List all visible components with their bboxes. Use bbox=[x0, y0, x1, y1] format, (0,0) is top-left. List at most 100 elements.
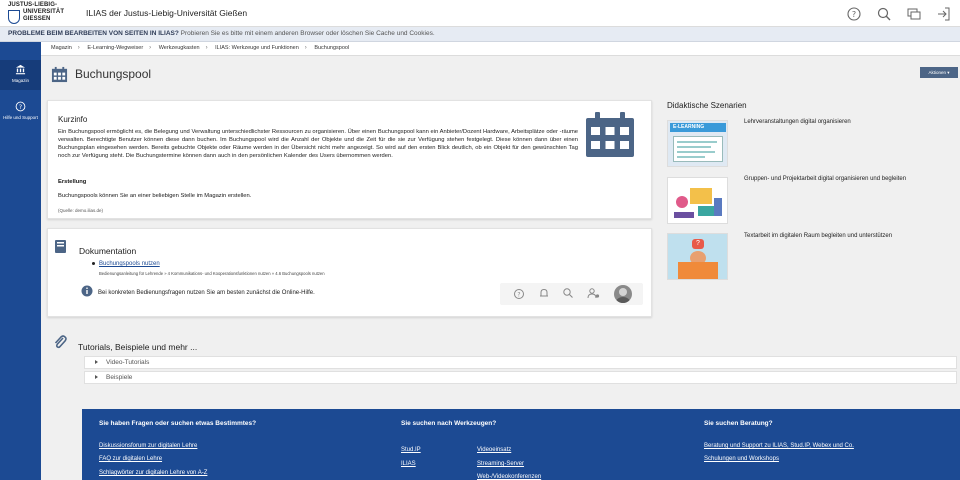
sidebar-item-hilfe[interactable]: ? Hilfe und Support bbox=[0, 98, 41, 128]
accordion-label: Video-Tutorials bbox=[106, 359, 150, 366]
elearning-label: E-LEARNING bbox=[670, 123, 726, 132]
chevron-right-icon: › bbox=[149, 45, 152, 51]
svg-text:?: ? bbox=[852, 10, 856, 19]
group-work-illustration[interactable] bbox=[667, 177, 728, 224]
chevron-right-icon: › bbox=[77, 45, 80, 51]
avatar-body bbox=[616, 297, 630, 303]
footer: Sie haben Fragen oder suchen etwas Besti… bbox=[82, 409, 960, 480]
svg-text:?: ? bbox=[19, 103, 22, 111]
footer-link[interactable]: FAQ zur digitalen Lehre bbox=[99, 456, 162, 462]
avatar-head bbox=[619, 288, 627, 296]
elearning-illustration[interactable]: E-LEARNING bbox=[667, 120, 728, 167]
actions-dropdown-button[interactable]: Aktionen ▾ bbox=[920, 67, 958, 78]
page-title: Buchungspool bbox=[75, 67, 152, 81]
bank-icon bbox=[15, 64, 26, 75]
chart-board-shape bbox=[690, 188, 712, 204]
alert-banner: PROBLEME BEIM BEARBEITEN VON SEITEN IN I… bbox=[0, 27, 960, 42]
footer-link[interactable]: ILIAS bbox=[401, 461, 416, 467]
accordion-video-tutorials[interactable]: Video-Tutorials bbox=[84, 356, 957, 369]
bell-icon[interactable] bbox=[538, 287, 550, 299]
buchungspools-nutzen-link[interactable]: Buchungspools nutzen bbox=[99, 261, 160, 267]
text-line-shape bbox=[677, 151, 715, 153]
text-line-shape bbox=[677, 156, 705, 158]
dokumentation-card: Dokumentation Buchungspools nutzen Bedie… bbox=[47, 228, 652, 317]
alert-text: Probieren Sie es bitte mit einem anderen… bbox=[180, 30, 435, 37]
breadcrumb-item[interactable]: Werkzeugkasten bbox=[159, 45, 200, 51]
sidebar-item-label: Magazin bbox=[11, 78, 29, 83]
text-line-shape bbox=[677, 141, 717, 143]
triangle-right-icon bbox=[95, 375, 98, 380]
didaktik-item-text[interactable]: Textarbeit im digitalen Raum begleiten u… bbox=[744, 233, 892, 239]
actions-label: Aktionen bbox=[928, 70, 946, 75]
help-toolbar: ? bbox=[500, 283, 643, 305]
triangle-right-icon bbox=[95, 360, 98, 365]
footer-link[interactable]: Beratung und Support zu ILIAS, Stud.IP, … bbox=[704, 443, 854, 449]
calendar-icon bbox=[51, 66, 68, 83]
help-circle-icon[interactable]: ? bbox=[846, 6, 862, 22]
seal-icon bbox=[8, 10, 20, 24]
book-icon bbox=[55, 240, 66, 253]
notifications-icon[interactable] bbox=[906, 6, 922, 22]
breadcrumb-item[interactable]: E-Learning-Wegweiser bbox=[87, 45, 143, 51]
accordion-beispiele[interactable]: Beispiele bbox=[84, 371, 957, 384]
svg-text:?: ? bbox=[517, 291, 520, 298]
question-bubble-icon: ? bbox=[692, 239, 704, 249]
textarbeit-illustration[interactable]: ? bbox=[667, 233, 728, 280]
main-sidebar: Magazin ? Hilfe und Support bbox=[0, 42, 41, 480]
screen-shape bbox=[673, 136, 723, 162]
users-icon[interactable] bbox=[587, 287, 600, 299]
main-content: Buchungspool Aktionen ▾ Kurzinfo Ein Buc… bbox=[41, 56, 960, 480]
footer-col1-heading: Sie haben Fragen oder suchen etwas Besti… bbox=[99, 420, 257, 427]
breadcrumb-item[interactable]: ILIAS: Werkzeuge und Funktionen bbox=[215, 45, 299, 51]
logo-text-line3: GIESSEN bbox=[23, 16, 51, 22]
chevron-right-icon: › bbox=[304, 45, 307, 51]
footer-link[interactable]: Streaming-Server bbox=[477, 461, 524, 467]
books-shape bbox=[674, 212, 694, 218]
footer-link[interactable]: Web-/Videokonferenzen bbox=[477, 474, 541, 480]
university-logo[interactable]: JUSTUS-LIEBIG- UNIVERSITÄT GIESSEN bbox=[6, 2, 72, 26]
chevron-right-icon: › bbox=[205, 45, 208, 51]
dokumentation-heading: Dokumentation bbox=[79, 246, 137, 256]
avatar[interactable] bbox=[614, 285, 632, 303]
footer-link[interactable]: Schlagwörter zur digitalen Lehre von A-Z bbox=[99, 470, 207, 476]
search-icon[interactable] bbox=[876, 6, 892, 22]
title-bar: Buchungspool Aktionen ▾ bbox=[41, 56, 960, 96]
erstellung-text: Buchungspools können Sie an einer belieb… bbox=[58, 193, 252, 199]
search-icon[interactable] bbox=[562, 287, 574, 299]
sidebar-item-label: Hilfe und Support bbox=[3, 115, 38, 120]
footer-link[interactable]: Schulungen und Workshops bbox=[704, 456, 779, 462]
logo-text-line2: UNIVERSITÄT bbox=[23, 9, 65, 15]
tutorials-heading: Tutorials, Beispiele und mehr ... bbox=[78, 342, 198, 352]
open-book-shape bbox=[678, 262, 718, 279]
bullet bbox=[92, 262, 95, 265]
footer-link[interactable]: Stud.IP bbox=[401, 447, 421, 453]
footer-link[interactable]: Diskussionsforum zur digitalen Lehre bbox=[99, 443, 197, 449]
breadcrumb: Magazin › E-Learning-Wegweiser › Werkzeugk… bbox=[41, 42, 960, 56]
help-circle-icon[interactable]: ? bbox=[513, 288, 525, 300]
person-shape bbox=[714, 198, 722, 216]
help-icon: ? bbox=[15, 101, 26, 112]
person-shape bbox=[676, 196, 688, 208]
didaktik-item-text[interactable]: Gruppen- und Projektarbeit digital organ… bbox=[744, 176, 906, 182]
site-title: ILIAS der Justus-Liebig-Universität Gieß… bbox=[86, 8, 248, 18]
text-line-shape bbox=[677, 146, 711, 148]
kurzinfo-heading: Kurzinfo bbox=[58, 115, 88, 124]
alert-title: PROBLEME BEIM BEARBEITEN VON SEITEN IN I… bbox=[8, 30, 179, 37]
breadcrumb-item[interactable]: Buchungspool bbox=[314, 45, 349, 51]
doc-info-text: Bei konkreten Bedienungsfragen nutzen Si… bbox=[98, 290, 315, 296]
breadcrumb-item[interactable]: Magazin bbox=[51, 45, 72, 51]
sidebar-item-magazin[interactable]: Magazin bbox=[0, 60, 41, 90]
erstellung-heading: Erstellung bbox=[58, 179, 87, 185]
top-header: JUSTUS-LIEBIG- UNIVERSITÄT GIESSEN ILIAS… bbox=[0, 0, 960, 27]
kurzinfo-text: Ein Buchungspool ermöglicht es, die Bele… bbox=[58, 129, 578, 159]
info-icon bbox=[81, 285, 93, 297]
accordion-label: Beispiele bbox=[106, 374, 133, 381]
calendar-icon bbox=[586, 112, 634, 157]
didaktik-heading: Didaktische Szenarien bbox=[667, 101, 747, 110]
footer-link[interactable]: Videoeinsatz bbox=[477, 447, 511, 453]
didaktik-item-text[interactable]: Lehrveranstaltungen digital organisieren bbox=[744, 119, 851, 125]
kurzinfo-card: Kurzinfo Ein Buchungspool ermöglicht es,… bbox=[47, 100, 652, 219]
tutorials-section: Tutorials, Beispiele und mehr ... Video-… bbox=[47, 327, 960, 397]
logout-icon[interactable] bbox=[936, 6, 952, 22]
logo-text-line1: JUSTUS-LIEBIG- bbox=[8, 2, 58, 8]
